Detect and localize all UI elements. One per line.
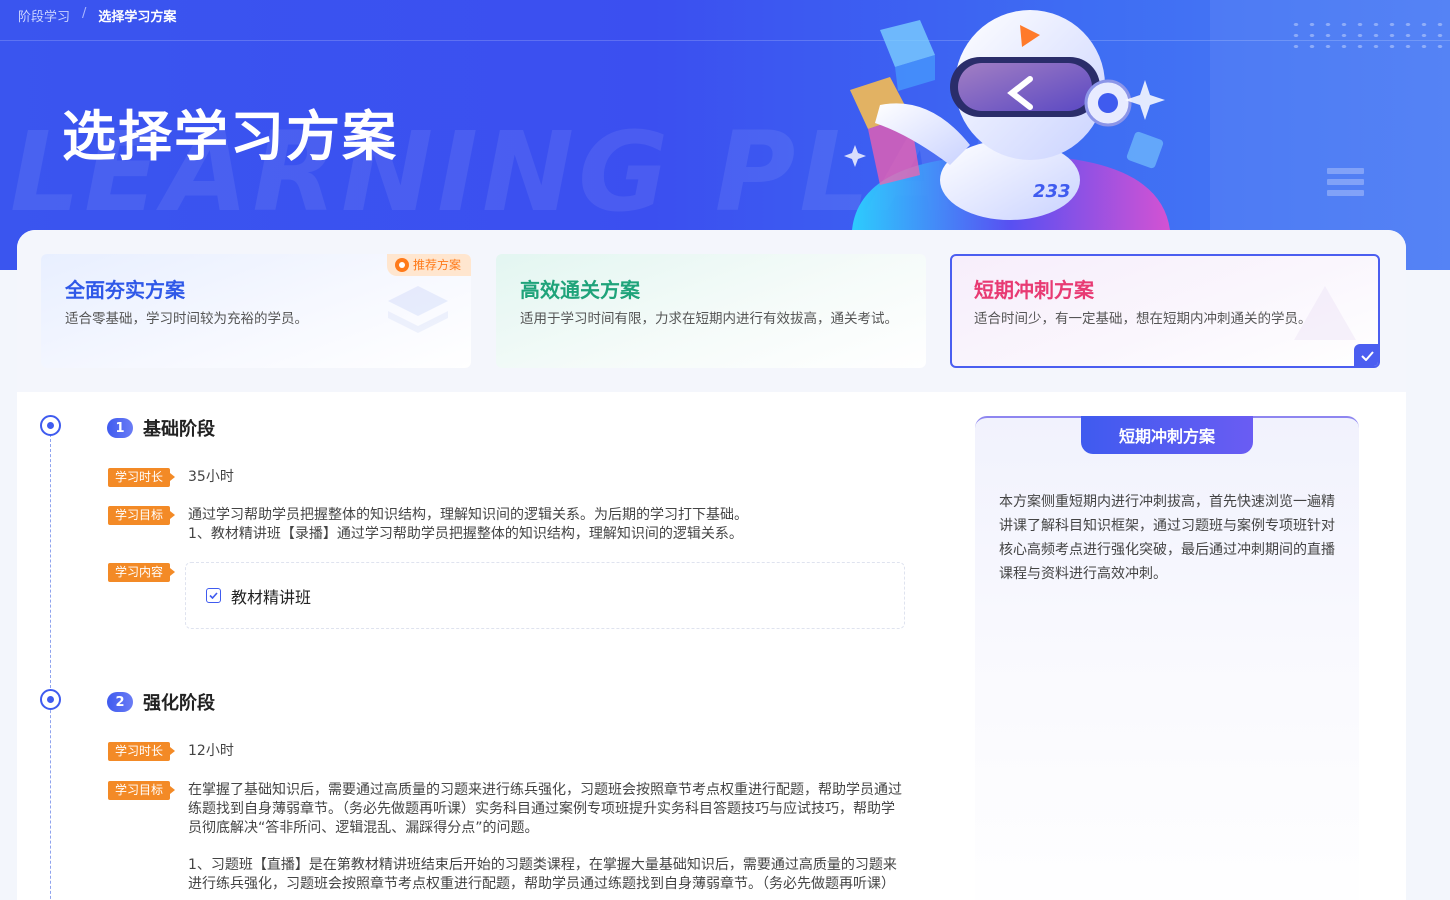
- main-content-card: 推荐方案 全面夯实方案 适合零基础，学习时间较为充裕的学员。 高效通关方案 适用…: [17, 230, 1406, 900]
- astronaut-mascot-icon: 233: [844, 10, 1170, 230]
- plan-title: 高效通关方案: [520, 278, 640, 302]
- plan-summary-text: 本方案侧重短期内进行冲刺拔高，首先快速浏览一遍精讲课了解科目知识框架，通过习题班…: [999, 494, 1335, 582]
- stage-title: 基础阶段: [143, 419, 215, 440]
- breadcrumb-divider: [0, 40, 1450, 41]
- duration-tag: 学习时长: [108, 468, 176, 487]
- stage-duration: 12小时: [188, 743, 234, 759]
- stage-duration: 35小时: [188, 469, 234, 485]
- stage-goal-detail: 1、教材精讲班【录播】通过学习帮助学员把握整体的知识结构，理解知识间的逻辑关系。: [188, 526, 743, 542]
- breadcrumb-current: 选择学习方案: [98, 10, 177, 25]
- plan-desc: 适用于学习时间有限，力求在短期内进行有效拔高，通关考试。: [520, 311, 898, 327]
- stage-goal-row: 学习目标 通过学习帮助学员把握整体的知识结构，理解知识间的逻辑关系。为后期的学习…: [108, 506, 908, 544]
- stage-goal: 在掌握了基础知识后，需要通过高质量的习题来进行练兵强化，习题班会按照章节考点权重…: [188, 782, 903, 836]
- menu-lines-icon: [1327, 168, 1364, 200]
- stage-title: 强化阶段: [143, 693, 215, 714]
- layers-decoration-icon: [388, 286, 448, 333]
- stage-header: 2 强化阶段: [107, 689, 215, 715]
- breadcrumb-parent-link[interactable]: 阶段学习: [18, 6, 70, 25]
- timeline-line: [50, 434, 51, 900]
- dot-pattern: [1288, 19, 1448, 49]
- course-item-label: 教材精讲班: [231, 587, 312, 607]
- checkbox-checked-icon: [206, 588, 221, 603]
- plan-card-efficient[interactable]: 高效通关方案 适用于学习时间有限，力求在短期内进行有效拔高，通关考试。: [496, 254, 926, 368]
- fire-icon: [394, 258, 409, 272]
- stage-goal-detail: 1、习题班【直播】是在第教材精讲班结束后开始的习题类课程，在掌握大量基础知识后，…: [188, 857, 897, 892]
- stage-goal-row: 学习目标 在掌握了基础知识后，需要通过高质量的习题来进行练兵强化，习题班会按照章…: [108, 781, 908, 894]
- recommended-badge: 推荐方案: [386, 254, 471, 276]
- plan-selector: 推荐方案 全面夯实方案 适合零基础，学习时间较为充裕的学员。 高效通关方案 适用…: [17, 230, 1406, 392]
- plan-card-comprehensive[interactable]: 推荐方案 全面夯实方案 适合零基础，学习时间较为充裕的学员。: [41, 254, 471, 368]
- content-tag: 学习内容: [108, 563, 176, 582]
- goal-tag: 学习目标: [108, 506, 176, 525]
- timeline-dot-icon: [40, 415, 61, 436]
- duration-tag: 学习时长: [108, 742, 176, 761]
- stage-number-badge: 2: [107, 692, 133, 712]
- breadcrumb: 阶段学习 / 选择学习方案: [18, 6, 176, 25]
- course-item[interactable]: 教材精讲班: [185, 562, 905, 629]
- svg-text:233: 233: [1033, 181, 1071, 202]
- plan-summary-tab: 短期冲刺方案: [1081, 416, 1253, 454]
- plan-card-sprint[interactable]: 短期冲刺方案 适合时间少，有一定基础，想在短期内冲刺通关的学员。: [950, 254, 1380, 368]
- recommended-badge-label: 推荐方案: [412, 258, 461, 272]
- plan-summary-card: 短期冲刺方案 本方案侧重短期内进行冲刺拔高，首先快速浏览一遍精讲课了解科目知识框…: [975, 416, 1359, 900]
- goal-tag: 学习目标: [108, 781, 176, 800]
- page-title: 选择学习方案: [62, 105, 398, 168]
- breadcrumb-separator: /: [82, 6, 87, 21]
- selected-check-icon: [1354, 344, 1378, 366]
- stage-goal: 通过学习帮助学员把握整体的知识结构，理解知识间的逻辑关系。为后期的学习打下基础。: [188, 507, 749, 523]
- stage-duration-row: 学习时长 12小时: [108, 742, 908, 761]
- pyramid-decoration-icon: [1294, 286, 1356, 340]
- stage-number-badge: 1: [107, 418, 133, 438]
- stage-header: 1 基础阶段: [107, 415, 215, 441]
- stage-duration-row: 学习时长 35小时: [108, 468, 908, 487]
- timeline-dot-icon: [40, 689, 61, 710]
